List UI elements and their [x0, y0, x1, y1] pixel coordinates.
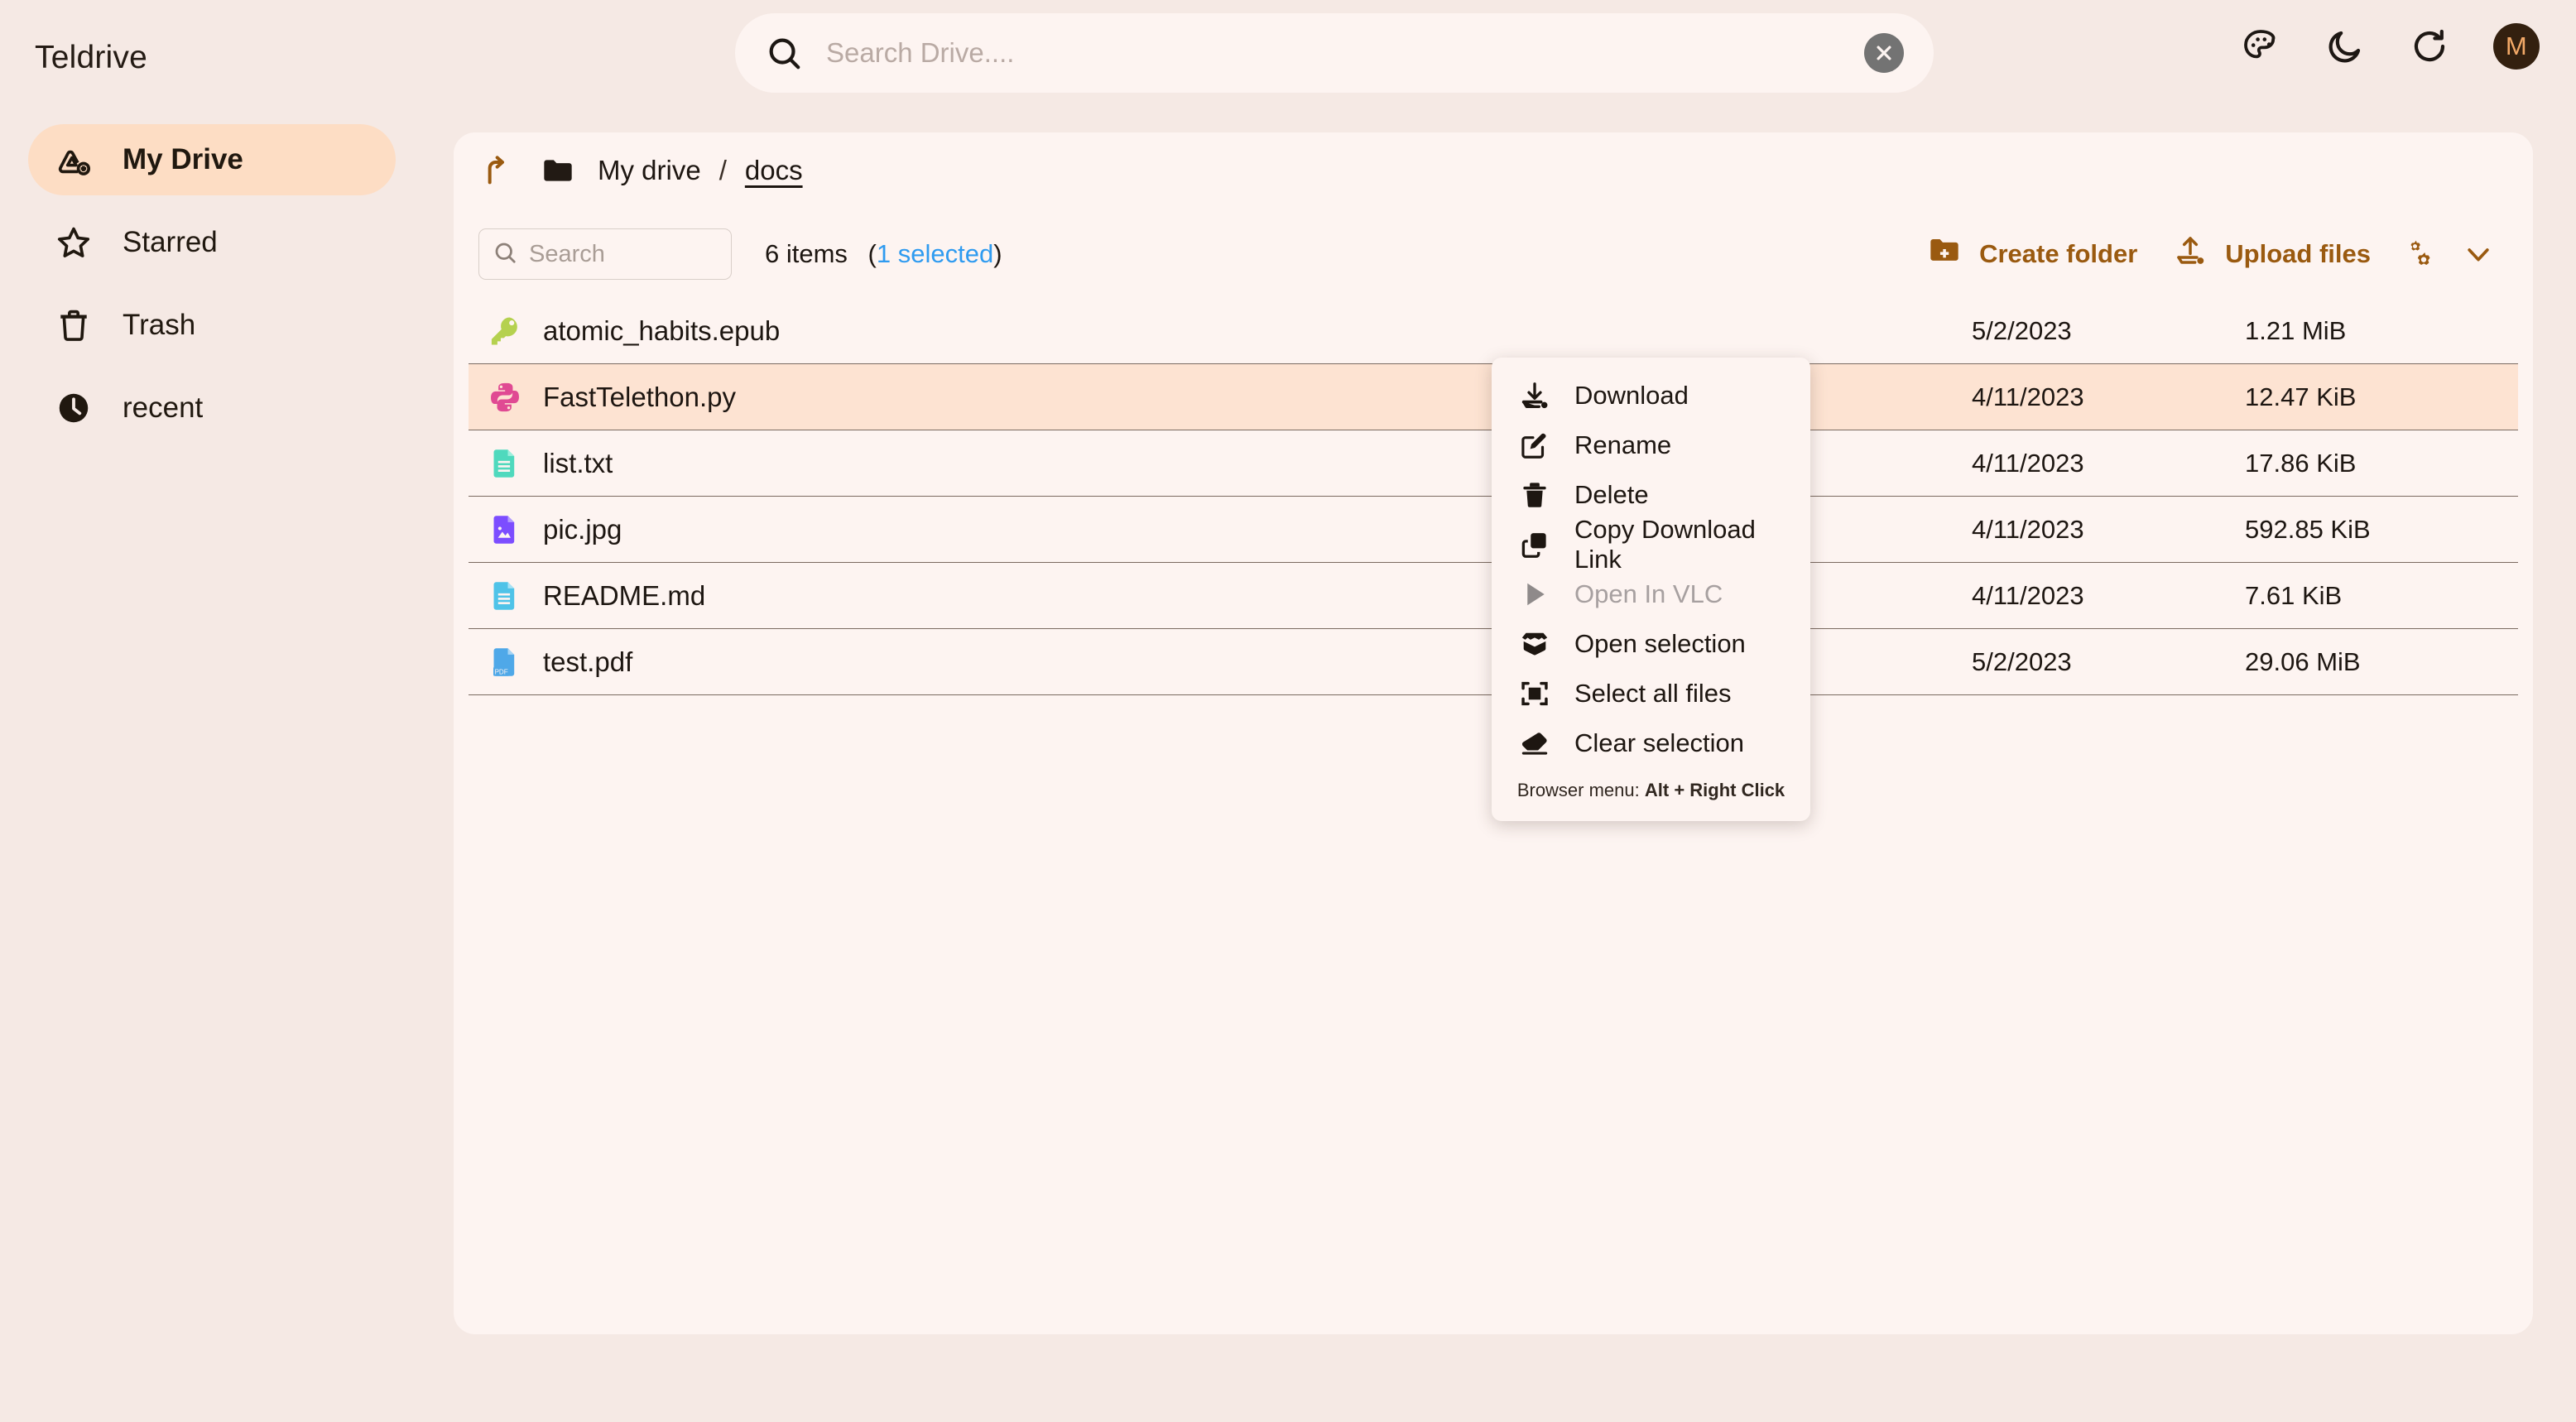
- context-menu-item-open-selection[interactable]: Open selection: [1492, 619, 1810, 669]
- table-row[interactable]: atomic_habits.epub 5/2/2023 1.21 MiB: [469, 298, 2518, 364]
- toolbar-actions: Create folder Upload files: [1910, 234, 2508, 274]
- context-menu-item-label: Open selection: [1574, 629, 1746, 659]
- gears-icon[interactable]: [2389, 238, 2449, 271]
- markdown-file-icon: [487, 578, 523, 614]
- file-size: 12.47 KiB: [2245, 382, 2518, 412]
- sidebar-item-label: Trash: [123, 309, 195, 342]
- topbar-actions: M: [2240, 23, 2540, 70]
- context-menu-item-label: Rename: [1574, 430, 1671, 460]
- file-context-menu: Download Rename Delete: [1492, 358, 1810, 821]
- file-size: 29.06 MiB: [2245, 647, 2518, 677]
- context-menu-item-select-all-files[interactable]: Select all files: [1492, 669, 1810, 718]
- star-icon: [55, 223, 93, 262]
- open-box-icon: [1518, 627, 1551, 661]
- create-folder-button[interactable]: Create folder: [1910, 234, 2155, 274]
- folder-plus-icon: [1928, 234, 1961, 274]
- sidebar: My Drive Starred Trash: [0, 124, 430, 455]
- svg-text:PDF: PDF: [495, 668, 508, 675]
- search-icon: [493, 240, 517, 269]
- file-toolbar: 6 items (1 selected) Create folder: [454, 215, 2533, 293]
- breadcrumb-root[interactable]: My drive: [598, 155, 701, 186]
- context-menu-item-clear-selection[interactable]: Clear selection: [1492, 718, 1810, 768]
- file-date: 4/11/2023: [1972, 449, 2245, 478]
- app-brand-title: Teldrive: [35, 40, 147, 76]
- sidebar-item-my-drive[interactable]: My Drive: [28, 124, 396, 195]
- copy-icon: [1518, 528, 1551, 561]
- context-menu-item-copy-download-link[interactable]: Copy Download Link: [1492, 520, 1810, 569]
- search-icon: [765, 34, 803, 72]
- item-count-text: 6 items: [765, 239, 848, 268]
- file-size: 7.61 KiB: [2245, 581, 2518, 611]
- drive-add-icon: [55, 141, 93, 179]
- breadcrumb-separator: /: [719, 155, 727, 186]
- create-folder-label: Create folder: [1979, 239, 2137, 269]
- global-search-input[interactable]: [826, 37, 1864, 69]
- selected-paren-close: ): [993, 239, 1002, 268]
- file-date: 4/11/2023: [1972, 382, 2245, 412]
- context-menu-item-label: Open In VLC: [1574, 579, 1723, 609]
- sidebar-item-starred[interactable]: Starred: [28, 207, 396, 278]
- download-icon: [1518, 379, 1551, 412]
- selected-count-link[interactable]: 1 selected: [877, 239, 993, 268]
- context-menu-item-rename[interactable]: Rename: [1492, 420, 1810, 470]
- text-file-icon: [487, 445, 523, 482]
- upload-files-label: Upload files: [2225, 239, 2371, 269]
- edit-pencil-icon: [1518, 429, 1551, 462]
- file-name: atomic_habits.epub: [543, 315, 1972, 347]
- sidebar-item-trash[interactable]: Trash: [28, 290, 396, 361]
- global-search-bar[interactable]: [735, 13, 1934, 93]
- folder-icon: [541, 156, 574, 185]
- context-menu-footer-prefix: Browser menu:: [1517, 780, 1645, 800]
- clock-icon: [55, 389, 93, 427]
- sidebar-item-recent[interactable]: recent: [28, 372, 396, 444]
- file-size: 592.85 KiB: [2245, 515, 2518, 545]
- selected-paren-open: (: [868, 239, 877, 268]
- top-bar: Teldrive: [0, 0, 2576, 108]
- context-menu-item-label: Select all files: [1574, 679, 1732, 709]
- context-menu-item-delete[interactable]: Delete: [1492, 470, 1810, 520]
- file-date: 5/2/2023: [1972, 647, 2245, 677]
- key-file-icon: [487, 313, 523, 349]
- refresh-icon[interactable]: [2409, 26, 2450, 67]
- context-menu-item-label: Download: [1574, 381, 1689, 411]
- context-menu-item-label: Clear selection: [1574, 728, 1744, 758]
- chevron-down-icon[interactable]: [2449, 238, 2508, 271]
- context-menu-footer-shortcut: Alt + Right Click: [1645, 780, 1785, 800]
- image-file-icon: [487, 512, 523, 548]
- upload-icon: [2174, 234, 2207, 274]
- file-date: 5/2/2023: [1972, 316, 2245, 346]
- sidebar-item-label: Starred: [123, 226, 218, 259]
- palette-icon[interactable]: [2240, 26, 2281, 67]
- trash-icon: [1518, 478, 1551, 512]
- select-all-icon: [1518, 677, 1551, 710]
- upload-files-button[interactable]: Upload files: [2155, 234, 2389, 274]
- clear-search-button[interactable]: [1864, 33, 1904, 73]
- context-menu-item-label: Delete: [1574, 480, 1649, 510]
- context-menu-item-download[interactable]: Download: [1492, 371, 1810, 420]
- file-search-box[interactable]: [478, 228, 732, 280]
- sidebar-item-label: recent: [123, 392, 203, 425]
- file-date: 4/11/2023: [1972, 581, 2245, 611]
- file-date: 4/11/2023: [1972, 515, 2245, 545]
- sidebar-item-label: My Drive: [123, 143, 243, 176]
- file-size: 1.21 MiB: [2245, 316, 2518, 346]
- eraser-icon: [1518, 727, 1551, 760]
- context-menu-footer: Browser menu: Alt + Right Click: [1492, 768, 1810, 821]
- teldrive-app: Teldrive: [0, 0, 2576, 1422]
- file-size: 17.86 KiB: [2245, 449, 2518, 478]
- context-menu-item-open-in-vlc: Open In VLC: [1492, 569, 1810, 619]
- breadcrumb: My drive / docs: [478, 154, 803, 187]
- breadcrumb-current[interactable]: docs: [745, 155, 803, 186]
- moon-icon[interactable]: [2324, 26, 2366, 67]
- play-icon: [1518, 578, 1551, 611]
- python-file-icon: [487, 379, 523, 416]
- go-up-icon[interactable]: [478, 154, 512, 187]
- user-avatar[interactable]: M: [2493, 23, 2540, 70]
- context-menu-item-label: Copy Download Link: [1574, 515, 1784, 574]
- pdf-file-icon: PDF: [487, 644, 523, 680]
- trash-icon: [55, 306, 93, 344]
- item-count-status: 6 items (1 selected): [765, 239, 1002, 269]
